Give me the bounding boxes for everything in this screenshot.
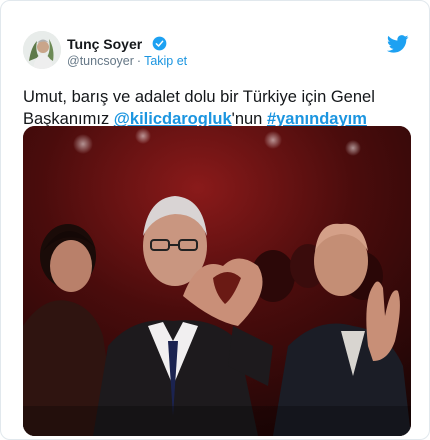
tweet-photo[interactable] [23,126,411,436]
verified-badge-icon [152,36,167,51]
follow-link[interactable]: Takip et [144,54,187,68]
twitter-bird-icon[interactable] [387,35,409,53]
author-avatar[interactable] [23,31,61,69]
author-handle[interactable]: @tuncsoyer [67,54,134,68]
author-meta-row: @tuncsoyer · Takip et [67,54,187,68]
avatar-image [23,31,61,69]
author-name[interactable]: Tunç Soyer [67,36,142,52]
tweet-photo-image [23,126,411,436]
tweet-embed-card: Tunç Soyer @tuncsoyer · Takip et Umut, bar… [0,0,430,440]
meta-separator: · [136,54,142,68]
tweet-text: Umut, barış ve adalet dolu bir Türkiye i… [23,86,411,130]
